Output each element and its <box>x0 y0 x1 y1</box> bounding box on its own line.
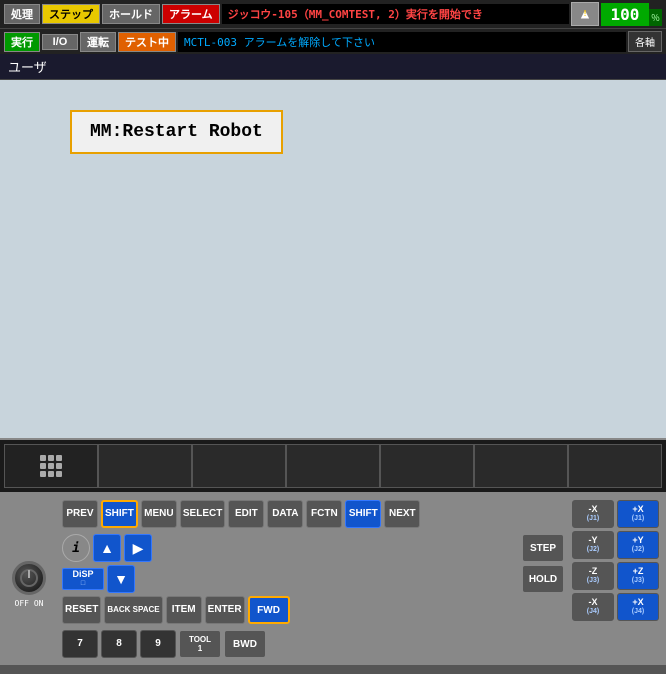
program-box: MM:Restart Robot <box>70 110 283 154</box>
nav-bar <box>0 440 666 492</box>
top-bar: 処理 ステップ ホールド アラーム ジッコウ-105（MM_COMTEST, 2… <box>0 0 666 28</box>
second-bar: 実行 I/O 運転 テスト中 MCTL-003 アラームを解除して下さい 各軸 <box>0 28 666 54</box>
nav-btn-2[interactable] <box>98 444 192 488</box>
tool1-label-bot: 1 <box>198 644 202 653</box>
nav-btn-4[interactable] <box>286 444 380 488</box>
disp-label: DiSP <box>72 570 93 580</box>
spacer <box>155 534 519 562</box>
data-button[interactable]: DATA <box>267 500 303 528</box>
nav-btn-7[interactable] <box>568 444 662 488</box>
axis-j2-row: -Y (J2) +Y (J2) <box>572 531 662 559</box>
percent-display: 100 <box>601 3 649 26</box>
nav-btn-3[interactable] <box>192 444 286 488</box>
nav-btn-6[interactable] <box>474 444 568 488</box>
step-kb-button[interactable]: STEP <box>522 534 564 562</box>
test-button[interactable]: テスト中 <box>118 32 176 52</box>
axis-xneg-j4[interactable]: -X (J4) <box>572 593 614 621</box>
keyboard-main: PREV SHIFT MENU SELECT EDIT DATA FCTN SH… <box>62 500 564 661</box>
program-text: MM:Restart Robot <box>90 122 263 142</box>
axis-xpos-j4[interactable]: +X (J4) <box>617 593 659 621</box>
tool1-label-top: TOOL <box>189 635 211 644</box>
num7-button[interactable]: 7 <box>62 630 98 658</box>
nav-grid-button[interactable] <box>4 444 98 488</box>
hold-button[interactable]: ホールド <box>102 4 160 24</box>
nav-btn-5[interactable] <box>380 444 474 488</box>
offon-label: OFF ON <box>15 599 44 608</box>
alarm-message: ジッコウ-105（MM_COMTEST, 2）実行を開始でき <box>222 4 569 24</box>
axis-zpos-j3[interactable]: +Z (J3) <box>617 562 659 590</box>
axis-j1-row: -X (J1) +X (J1) <box>572 500 662 528</box>
hold-kb-button[interactable]: HOLD <box>522 565 564 593</box>
num8-button[interactable]: 8 <box>101 630 137 658</box>
io-button[interactable]: I/O <box>42 34 78 50</box>
menu-button[interactable]: MENU <box>141 500 177 528</box>
axis-xneg-j1[interactable]: -X (J1) <box>572 500 614 528</box>
axis-ypos-j2[interactable]: +Y (J2) <box>617 531 659 559</box>
axis-zneg-j3[interactable]: -Z (J3) <box>572 562 614 590</box>
arrow-up-button[interactable]: ▲ <box>93 534 121 562</box>
alarm-button[interactable]: アラーム <box>162 4 220 24</box>
kb-row-1: PREV SHIFT MENU SELECT EDIT DATA FCTN SH… <box>62 500 564 528</box>
percent-sign: ％ <box>649 9 662 26</box>
enter-button[interactable]: ENTER <box>205 596 245 624</box>
keyboard-section: OFF ON PREV SHIFT MENU SELECT EDIT DATA … <box>0 492 666 665</box>
kb-row-2: i ▲ ▶ STEP <box>62 534 564 562</box>
second-alarm-message: MCTL-003 アラームを解除して下さい <box>178 32 626 52</box>
disp-sublabel: □ <box>81 580 85 588</box>
info-icon[interactable]: ▲! <box>571 2 599 26</box>
main-display: MM:Restart Robot <box>0 80 666 440</box>
kb-row-5: 7 8 9 TOOL 1 BWD <box>62 630 564 658</box>
shift-button-right[interactable]: SHIFT <box>345 500 381 528</box>
run-button[interactable]: 運転 <box>80 32 116 52</box>
edit-button[interactable]: EDIT <box>228 500 264 528</box>
arrow-area: ▲ <box>93 534 121 562</box>
shift-button-left[interactable]: SHIFT <box>101 500 138 528</box>
process-button[interactable]: 処理 <box>4 4 40 24</box>
axes-button[interactable]: 各軸 <box>628 31 662 52</box>
tool1-button[interactable]: TOOL 1 <box>179 630 221 658</box>
next-button[interactable]: NEXT <box>384 500 420 528</box>
axis-yneg-j2[interactable]: -Y (J2) <box>572 531 614 559</box>
fctn-button[interactable]: FCTN <box>306 500 342 528</box>
info-area: i <box>62 534 90 562</box>
arrow-right-area: ▶ <box>124 534 152 562</box>
select-button[interactable]: SELECT <box>180 500 225 528</box>
bwd-button[interactable]: BWD <box>224 630 266 658</box>
arrow-down-button[interactable]: ▼ <box>107 565 135 593</box>
left-panel: OFF ON <box>4 500 54 661</box>
fwd-button[interactable]: FWD <box>248 596 290 624</box>
user-label: ユーザ <box>8 61 47 76</box>
num9-button[interactable]: 9 <box>140 630 176 658</box>
execute-button[interactable]: 実行 <box>4 32 40 52</box>
prev-button[interactable]: PREV <box>62 500 98 528</box>
grid-icon <box>40 455 62 477</box>
axis-panel: -X (J1) +X (J1) -Y (J2) +Y (J2) -Z (J3) <box>572 500 662 661</box>
item-button[interactable]: ITEM <box>166 596 202 624</box>
kb-row-3: DiSP □ ▼ HOLD <box>62 565 564 593</box>
disp-button[interactable]: DiSP □ <box>62 568 104 590</box>
step-button[interactable]: ステップ <box>42 4 100 24</box>
backspace-button[interactable]: BACK SPACE <box>104 596 162 624</box>
offon-icon[interactable] <box>12 561 46 595</box>
axis-j4-row: -X (J4) +X (J4) <box>572 593 662 621</box>
arrow-right-button[interactable]: ▶ <box>124 534 152 562</box>
info-circle-button[interactable]: i <box>62 534 90 562</box>
axis-xpos-j1[interactable]: +X (J1) <box>617 500 659 528</box>
reset-button[interactable]: RESET <box>62 596 101 624</box>
user-bar: ユーザ <box>0 54 666 80</box>
axis-j3-row: -Z (J3) +Z (J3) <box>572 562 662 590</box>
kb-row-4: RESET BACK SPACE ITEM ENTER FWD <box>62 596 564 624</box>
